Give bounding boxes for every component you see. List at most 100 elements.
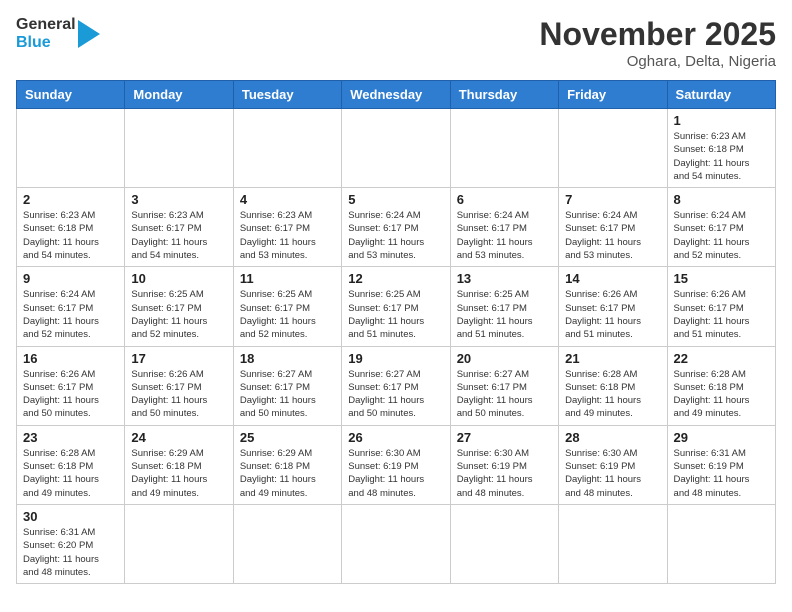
day-info: Sunrise: 6:26 AM Sunset: 6:17 PM Dayligh… (23, 368, 118, 421)
day-number: 29 (674, 430, 769, 445)
day-info: Sunrise: 6:31 AM Sunset: 6:20 PM Dayligh… (23, 526, 118, 579)
day-number: 30 (23, 509, 118, 524)
weekday-header-row: SundayMondayTuesdayWednesdayThursdayFrid… (17, 81, 776, 109)
calendar-cell: 4 Sunrise: 6:23 AM Sunset: 6:17 PM Daylig… (233, 188, 341, 267)
calendar-cell: 5 Sunrise: 6:24 AM Sunset: 6:17 PM Daylig… (342, 188, 450, 267)
calendar-cell (233, 504, 341, 583)
day-number: 28 (565, 430, 660, 445)
calendar-cell: 1 Sunrise: 6:23 AM Sunset: 6:18 PM Daylig… (667, 109, 775, 188)
calendar-cell: 16 Sunrise: 6:26 AM Sunset: 6:17 PM Dayli… (17, 346, 125, 425)
weekday-header-saturday: Saturday (667, 81, 775, 109)
day-info: Sunrise: 6:30 AM Sunset: 6:19 PM Dayligh… (565, 447, 660, 500)
day-info: Sunrise: 6:29 AM Sunset: 6:18 PM Dayligh… (240, 447, 335, 500)
day-number: 3 (131, 192, 226, 207)
logo-arrow-icon (78, 16, 108, 52)
day-number: 14 (565, 271, 660, 286)
day-number: 27 (457, 430, 552, 445)
calendar-cell: 12 Sunrise: 6:25 AM Sunset: 6:17 PM Dayli… (342, 267, 450, 346)
day-info: Sunrise: 6:23 AM Sunset: 6:17 PM Dayligh… (131, 209, 226, 262)
week-row-4: 16 Sunrise: 6:26 AM Sunset: 6:17 PM Dayli… (17, 346, 776, 425)
calendar-cell: 17Sunrise: 6:26 AM Sunset: 6:17 PM Dayli… (125, 346, 233, 425)
calendar-cell: 20Sunrise: 6:27 AM Sunset: 6:17 PM Dayli… (450, 346, 558, 425)
calendar-cell (17, 109, 125, 188)
day-number: 5 (348, 192, 443, 207)
day-info: Sunrise: 6:25 AM Sunset: 6:17 PM Dayligh… (131, 288, 226, 341)
day-info: Sunrise: 6:27 AM Sunset: 6:17 PM Dayligh… (348, 368, 443, 421)
calendar-cell: 22 Sunrise: 6:28 AM Sunset: 6:18 PM Dayli… (667, 346, 775, 425)
calendar-cell: 7Sunrise: 6:24 AM Sunset: 6:17 PM Daylig… (559, 188, 667, 267)
day-number: 6 (457, 192, 552, 207)
calendar-cell: 3 Sunrise: 6:23 AM Sunset: 6:17 PM Daylig… (125, 188, 233, 267)
month-title: November 2025 (539, 16, 776, 53)
calendar-cell: 27Sunrise: 6:30 AM Sunset: 6:19 PM Dayli… (450, 425, 558, 504)
calendar-cell: 25 Sunrise: 6:29 AM Sunset: 6:18 PM Dayli… (233, 425, 341, 504)
day-info: Sunrise: 6:23 AM Sunset: 6:17 PM Dayligh… (240, 209, 335, 262)
day-info: Sunrise: 6:28 AM Sunset: 6:18 PM Dayligh… (23, 447, 118, 500)
calendar-cell: 6 Sunrise: 6:24 AM Sunset: 6:17 PM Daylig… (450, 188, 558, 267)
day-info: Sunrise: 6:25 AM Sunset: 6:17 PM Dayligh… (457, 288, 552, 341)
day-info: Sunrise: 6:28 AM Sunset: 6:18 PM Dayligh… (674, 368, 769, 421)
day-info: Sunrise: 6:26 AM Sunset: 6:17 PM Dayligh… (565, 288, 660, 341)
calendar-cell: 8 Sunrise: 6:24 AM Sunset: 6:17 PM Daylig… (667, 188, 775, 267)
calendar-cell (450, 504, 558, 583)
day-info: Sunrise: 6:24 AM Sunset: 6:17 PM Dayligh… (674, 209, 769, 262)
calendar-cell: 11Sunrise: 6:25 AM Sunset: 6:17 PM Dayli… (233, 267, 341, 346)
day-number: 26 (348, 430, 443, 445)
day-info: Sunrise: 6:31 AM Sunset: 6:19 PM Dayligh… (674, 447, 769, 500)
calendar-cell: 14 Sunrise: 6:26 AM Sunset: 6:17 PM Dayli… (559, 267, 667, 346)
logo-blue-text: Blue (16, 34, 76, 52)
calendar-cell: 28 Sunrise: 6:30 AM Sunset: 6:19 PM Dayli… (559, 425, 667, 504)
calendar-cell: 9Sunrise: 6:24 AM Sunset: 6:17 PM Daylig… (17, 267, 125, 346)
calendar-cell (559, 504, 667, 583)
day-number: 4 (240, 192, 335, 207)
week-row-1: 1 Sunrise: 6:23 AM Sunset: 6:18 PM Daylig… (17, 109, 776, 188)
calendar-cell: 23 Sunrise: 6:28 AM Sunset: 6:18 PM Dayli… (17, 425, 125, 504)
day-number: 19 (348, 351, 443, 366)
day-info: Sunrise: 6:25 AM Sunset: 6:17 PM Dayligh… (348, 288, 443, 341)
day-number: 23 (23, 430, 118, 445)
day-number: 1 (674, 113, 769, 128)
day-number: 25 (240, 430, 335, 445)
week-row-6: 30 Sunrise: 6:31 AM Sunset: 6:20 PM Dayli… (17, 504, 776, 583)
calendar-cell: 24 Sunrise: 6:29 AM Sunset: 6:18 PM Dayli… (125, 425, 233, 504)
week-row-5: 23 Sunrise: 6:28 AM Sunset: 6:18 PM Dayli… (17, 425, 776, 504)
title-block: November 2025 Oghara, Delta, Nigeria (539, 16, 776, 70)
calendar-cell: 10 Sunrise: 6:25 AM Sunset: 6:17 PM Dayli… (125, 267, 233, 346)
day-number: 13 (457, 271, 552, 286)
logo: GeneralBlue (16, 16, 108, 52)
calendar-cell: 15 Sunrise: 6:26 AM Sunset: 6:17 PM Dayli… (667, 267, 775, 346)
weekday-header-monday: Monday (125, 81, 233, 109)
day-info: Sunrise: 6:24 AM Sunset: 6:17 PM Dayligh… (348, 209, 443, 262)
weekday-header-wednesday: Wednesday (342, 81, 450, 109)
calendar-cell (233, 109, 341, 188)
day-number: 20 (457, 351, 552, 366)
day-number: 10 (131, 271, 226, 286)
day-number: 22 (674, 351, 769, 366)
weekday-header-friday: Friday (559, 81, 667, 109)
day-info: Sunrise: 6:26 AM Sunset: 6:17 PM Dayligh… (674, 288, 769, 341)
week-row-2: 2Sunrise: 6:23 AM Sunset: 6:18 PM Daylig… (17, 188, 776, 267)
day-number: 12 (348, 271, 443, 286)
day-number: 8 (674, 192, 769, 207)
day-info: Sunrise: 6:30 AM Sunset: 6:19 PM Dayligh… (348, 447, 443, 500)
calendar-table: SundayMondayTuesdayWednesdayThursdayFrid… (16, 80, 776, 584)
calendar-cell: 26 Sunrise: 6:30 AM Sunset: 6:19 PM Dayli… (342, 425, 450, 504)
calendar-cell: 21Sunrise: 6:28 AM Sunset: 6:18 PM Dayli… (559, 346, 667, 425)
calendar-cell (342, 109, 450, 188)
day-number: 24 (131, 430, 226, 445)
calendar-cell (125, 504, 233, 583)
day-info: Sunrise: 6:26 AM Sunset: 6:17 PM Dayligh… (131, 368, 226, 421)
calendar-cell (450, 109, 558, 188)
day-number: 18 (240, 351, 335, 366)
location: Oghara, Delta, Nigeria (539, 53, 776, 70)
day-number: 15 (674, 271, 769, 286)
day-number: 16 (23, 351, 118, 366)
calendar-cell: 29 Sunrise: 6:31 AM Sunset: 6:19 PM Dayli… (667, 425, 775, 504)
day-info: Sunrise: 6:29 AM Sunset: 6:18 PM Dayligh… (131, 447, 226, 500)
day-info: Sunrise: 6:23 AM Sunset: 6:18 PM Dayligh… (674, 130, 769, 183)
day-number: 9 (23, 271, 118, 286)
weekday-header-thursday: Thursday (450, 81, 558, 109)
day-info: Sunrise: 6:24 AM Sunset: 6:17 PM Dayligh… (457, 209, 552, 262)
day-info: Sunrise: 6:25 AM Sunset: 6:17 PM Dayligh… (240, 288, 335, 341)
calendar-cell (125, 109, 233, 188)
